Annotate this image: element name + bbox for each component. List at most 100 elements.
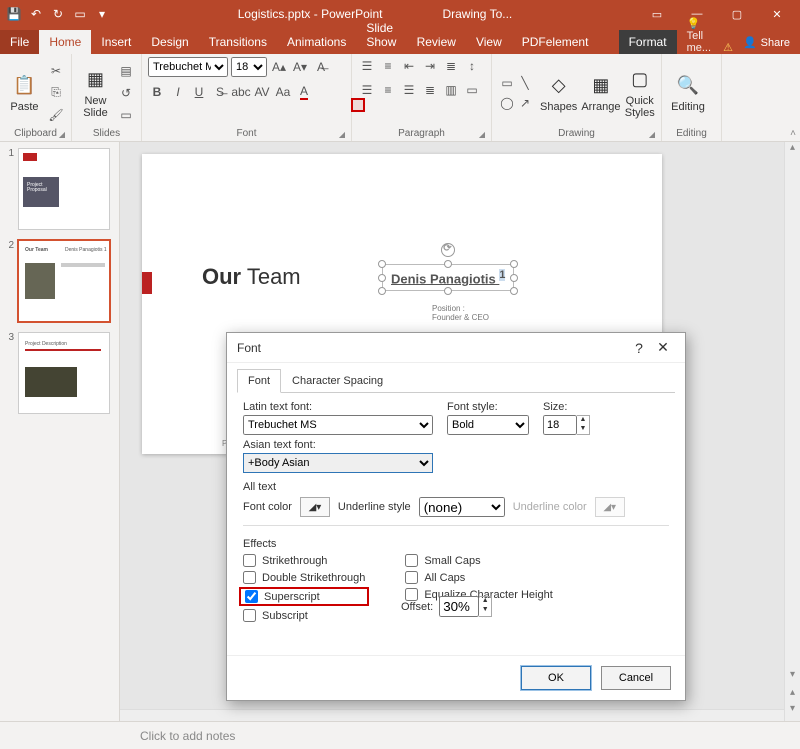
cut-button[interactable]: ✂ — [47, 62, 65, 80]
resize-handle[interactable] — [510, 260, 518, 268]
ribbon-options-icon[interactable]: ▭ — [642, 8, 672, 21]
resize-handle[interactable] — [378, 260, 386, 268]
decrease-indent-button[interactable]: ⇤ — [400, 57, 418, 75]
tab-view[interactable]: View — [466, 30, 512, 54]
latin-font-select[interactable]: Trebuchet MS — [243, 415, 433, 435]
underline-style-select[interactable]: (none) — [419, 497, 505, 517]
thumb-slide-2[interactable]: Our Team Denis Panagiotis 1 — [18, 240, 110, 322]
shrink-font-button[interactable]: A▾ — [291, 58, 309, 76]
tab-animations[interactable]: Animations — [277, 30, 356, 54]
dialog-tab-font[interactable]: Font — [237, 369, 281, 393]
smartart-button[interactable]: ▭ — [463, 81, 481, 99]
tab-transitions[interactable]: Transitions — [199, 30, 277, 54]
paragraph-launcher-icon[interactable]: ◢ — [479, 130, 485, 139]
superscript-checkbox[interactable] — [245, 590, 258, 603]
dialog-tab-spacing[interactable]: Character Spacing — [281, 369, 394, 393]
resize-handle[interactable] — [444, 287, 452, 295]
notes-pane[interactable]: Click to add notes — [0, 721, 800, 749]
offset-input[interactable] — [439, 596, 479, 617]
tell-me-search[interactable]: 💡 Tell me... — [687, 17, 717, 54]
shadow-button[interactable]: abc — [232, 83, 250, 101]
reset-button[interactable]: ↺ — [117, 84, 135, 102]
thumb-slide-3[interactable]: Project Description — [18, 332, 110, 414]
tab-design[interactable]: Design — [141, 30, 198, 54]
scroll-up-icon[interactable]: ▴ — [785, 142, 800, 158]
resize-handle[interactable] — [444, 260, 452, 268]
italic-button[interactable]: I — [169, 83, 187, 101]
share-button[interactable]: 👤Share — [733, 31, 800, 54]
shape-line-icon[interactable]: ╲ — [516, 74, 534, 92]
next-slide-icon[interactable]: ▾ — [785, 703, 800, 719]
double-strike-checkbox[interactable] — [243, 571, 256, 584]
restore-button[interactable]: ▢ — [722, 8, 752, 21]
scroll-down-icon[interactable]: ▾ — [785, 669, 800, 685]
resize-handle[interactable] — [378, 274, 386, 282]
tab-file[interactable]: File — [0, 30, 39, 54]
tab-home[interactable]: Home — [39, 30, 91, 54]
justify-button[interactable]: ≣ — [421, 81, 439, 99]
asian-font-select[interactable]: +Body Asian — [243, 453, 433, 473]
grow-font-button[interactable]: A▴ — [270, 58, 288, 76]
format-painter-button[interactable]: 🖌 — [47, 106, 65, 124]
new-slide-button[interactable]: ▦New Slide — [78, 63, 113, 123]
font-color-button[interactable]: ◢▾ — [300, 497, 330, 517]
ok-button[interactable]: OK — [521, 666, 591, 690]
increase-indent-button[interactable]: ⇥ — [421, 57, 439, 75]
undo-icon[interactable]: ↶ — [28, 6, 44, 22]
clear-format-button[interactable]: A̶ — [312, 58, 330, 76]
cancel-button[interactable]: Cancel — [601, 666, 671, 690]
align-center-button[interactable]: ≡ — [379, 81, 397, 99]
clipboard-launcher-icon[interactable]: ◢ — [59, 130, 65, 139]
resize-handle[interactable] — [510, 287, 518, 295]
save-icon[interactable]: 💾 — [6, 6, 22, 22]
font-color-button[interactable]: A — [295, 83, 313, 101]
collapse-ribbon-icon[interactable]: ˄ — [790, 128, 796, 139]
vertical-scrollbar[interactable]: ▴ ▾ ▴ ▾ — [784, 142, 800, 721]
arrange-button[interactable]: ▦Arrange — [581, 63, 620, 123]
align-right-button[interactable]: ☰ — [400, 81, 418, 99]
thumb-slide-1[interactable]: ProjectProposal — [18, 148, 110, 230]
editing-button[interactable]: 🔍Editing — [668, 63, 708, 123]
line-spacing-button[interactable]: ≣ — [442, 57, 460, 75]
slideshow-icon[interactable]: ▭ — [72, 6, 88, 22]
offset-down-icon[interactable]: ▼ — [479, 606, 491, 615]
char-spacing-button[interactable]: AV — [253, 83, 271, 101]
dialog-close-icon[interactable]: ✕ — [651, 339, 675, 356]
paste-button[interactable]: 📋Paste — [6, 63, 43, 123]
slide-title[interactable]: Our Team — [202, 264, 301, 290]
bold-button[interactable]: B — [148, 83, 166, 101]
tab-format[interactable]: Format — [619, 30, 677, 54]
font-family-select[interactable]: Trebuchet MS — [148, 57, 228, 77]
offset-up-icon[interactable]: ▲ — [479, 597, 491, 606]
shape-oval-icon[interactable]: ◯ — [498, 94, 516, 112]
smallcaps-checkbox[interactable] — [405, 554, 418, 567]
quick-styles-button[interactable]: ▢Quick Styles — [624, 63, 655, 123]
align-left-button[interactable]: ☰ — [358, 81, 376, 99]
tab-pdfelement[interactable]: PDFelement — [512, 30, 599, 54]
tab-insert[interactable]: Insert — [91, 30, 141, 54]
numbering-button[interactable]: ≡ — [379, 57, 397, 75]
close-button[interactable]: ✕ — [762, 8, 792, 21]
size-up-icon[interactable]: ▲ — [577, 416, 589, 425]
font-size-input[interactable] — [543, 415, 577, 435]
font-size-select[interactable]: 18 — [231, 57, 267, 77]
resize-handle[interactable] — [510, 274, 518, 282]
allcaps-checkbox[interactable] — [405, 571, 418, 584]
copy-button[interactable]: ⎘ — [47, 84, 65, 102]
change-case-button[interactable]: Aa — [274, 83, 292, 101]
section-button[interactable]: ▭ — [117, 106, 135, 124]
tab-review[interactable]: Review — [407, 30, 466, 54]
layout-button[interactable]: ▤ — [117, 62, 135, 80]
text-direction-button[interactable]: ↕ — [463, 57, 481, 75]
splitter[interactable] — [120, 709, 784, 721]
strike-button[interactable]: S̶ — [211, 83, 229, 101]
redo-icon[interactable]: ↻ — [50, 6, 66, 22]
strike-checkbox[interactable] — [243, 554, 256, 567]
qat-more-icon[interactable]: ▾ — [94, 6, 110, 22]
subscript-checkbox[interactable] — [243, 609, 256, 622]
bullets-button[interactable]: ☰ — [358, 57, 376, 75]
resize-handle[interactable] — [378, 287, 386, 295]
shapes-button[interactable]: ◇Shapes — [540, 63, 577, 123]
size-down-icon[interactable]: ▼ — [577, 425, 589, 434]
shape-arrow-icon[interactable]: ↗ — [516, 94, 534, 112]
